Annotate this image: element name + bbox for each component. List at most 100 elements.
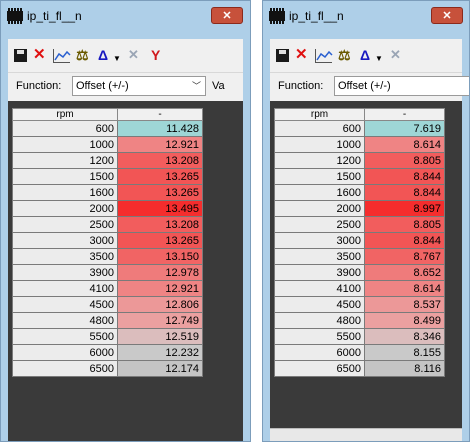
rpm-cell: 600 — [12, 120, 118, 137]
value-cell[interactable]: 8.844 — [364, 184, 445, 201]
value-cell[interactable]: 8.614 — [364, 136, 445, 153]
function-value: Offset (+/-) — [76, 80, 129, 92]
value-cell[interactable]: 8.844 — [364, 168, 445, 185]
value-cell[interactable]: 8.499 — [364, 312, 445, 329]
rpm-cell: 1500 — [274, 168, 365, 185]
delta-icon[interactable]: Δ — [360, 47, 370, 63]
value-cell[interactable]: 8.537 — [364, 296, 445, 313]
app-icon — [269, 8, 285, 24]
delete-icon[interactable]: ✕ — [33, 47, 46, 63]
rpm-cell: 6000 — [12, 344, 118, 361]
value-cell[interactable]: 13.150 — [117, 248, 203, 265]
dropdown-icon[interactable]: ▼ — [375, 51, 383, 67]
value-cell[interactable]: 8.805 — [364, 152, 445, 169]
value-cell[interactable]: 8.767 — [364, 248, 445, 265]
map-table: rpm - 600 7.619 1000 8.614 1200 8.805 1500 8.84… — [274, 108, 445, 377]
rpm-cell: 3900 — [274, 264, 365, 281]
rpm-cell: 4500 — [274, 296, 365, 313]
save-icon[interactable] — [276, 49, 289, 62]
scale-icon[interactable]: ⚖ — [76, 47, 89, 63]
table-row: 2000 8.997 — [274, 200, 445, 217]
table-row: 2500 8.805 — [274, 216, 445, 233]
rpm-cell: 3900 — [12, 264, 118, 281]
rpm-cell: 1600 — [274, 184, 365, 201]
value-cell[interactable]: 12.519 — [117, 328, 203, 345]
rpm-cell: 1600 — [12, 184, 118, 201]
table-row: 600 7.619 — [274, 120, 445, 137]
rpm-cell: 1500 — [12, 168, 118, 185]
table-row: 5500 8.346 — [274, 328, 445, 345]
rpm-cell: 4100 — [12, 280, 118, 297]
value-cell[interactable]: 8.997 — [364, 200, 445, 217]
value-cell[interactable]: 8.805 — [364, 216, 445, 233]
toolbar: ✕ ⚖ Δ ▼ ✕ Y — [8, 39, 243, 71]
table-row: 3000 13.265 — [12, 232, 203, 249]
value-cell[interactable]: 7.619 — [364, 120, 445, 137]
table-row: 4100 8.614 — [274, 280, 445, 297]
titlebar: ip_ti_fl__n ✕ — [1, 1, 250, 31]
delta-icon[interactable]: Δ — [98, 47, 108, 63]
rpm-cell: 2500 — [274, 216, 365, 233]
close-button[interactable]: ✕ — [431, 7, 463, 24]
rpm-cell: 2000 — [274, 200, 365, 217]
value-cell[interactable]: 12.806 — [117, 296, 203, 313]
function-label: Function: — [16, 80, 62, 92]
value-cell[interactable]: 8.844 — [364, 232, 445, 249]
value-cell[interactable]: 12.232 — [117, 344, 203, 361]
function-bar: Function: Offset (+/-) ﹀ Va — [8, 72, 243, 101]
map-window-left: ip_ti_fl__n ✕ ✕ ⚖ Δ ▼ ✕ Y Function: Offs… — [0, 0, 251, 442]
value-cell[interactable]: 12.978 — [117, 264, 203, 281]
value-cell[interactable]: 13.265 — [117, 168, 203, 185]
value-cell[interactable]: 11.428 — [117, 120, 203, 137]
value-cell[interactable]: 12.921 — [117, 280, 203, 297]
value-cell[interactable]: 13.208 — [117, 152, 203, 169]
value-cell[interactable]: 8.614 — [364, 280, 445, 297]
value-cell[interactable]: 8.155 — [364, 344, 445, 361]
value-cell[interactable]: 8.346 — [364, 328, 445, 345]
clear-x-icon[interactable]: ✕ — [390, 47, 401, 63]
table-header: rpm - — [12, 108, 203, 121]
dropdown-icon[interactable]: ▼ — [113, 51, 121, 67]
table-row: 2000 13.495 — [12, 200, 203, 217]
table-area: rpm - 600 7.619 1000 8.614 1200 8.805 1500 8.84… — [270, 101, 462, 441]
toolbar: ✕ ⚖ Δ ▼ ✕ — [270, 39, 462, 71]
function-select[interactable]: Offset (+/-) ﹀ — [72, 76, 206, 96]
table-row: 3900 8.652 — [274, 264, 445, 281]
rpm-cell: 5500 — [12, 328, 118, 345]
value-cell[interactable]: 13.265 — [117, 232, 203, 249]
value-cell[interactable]: 12.921 — [117, 136, 203, 153]
clear-x-icon[interactable]: ✕ — [128, 47, 139, 63]
chart-icon[interactable] — [315, 49, 333, 63]
value-label: Va — [212, 80, 225, 92]
table-row: 1000 12.921 — [12, 136, 203, 153]
value-cell[interactable]: 12.174 — [117, 360, 203, 377]
rpm-cell: 3500 — [274, 248, 365, 265]
scale-icon[interactable]: ⚖ — [338, 47, 351, 63]
rpm-cell: 4500 — [12, 296, 118, 313]
delete-icon[interactable]: ✕ — [295, 47, 308, 63]
value-cell[interactable]: 13.495 — [117, 200, 203, 217]
table-row: 3900 12.978 — [12, 264, 203, 281]
chart-icon[interactable] — [53, 49, 71, 63]
value-cell[interactable]: 13.265 — [117, 184, 203, 201]
value-cell[interactable]: 13.208 — [117, 216, 203, 233]
horizontal-scrollbar[interactable] — [270, 428, 462, 441]
value-cell[interactable]: 8.116 — [364, 360, 445, 377]
app-icon — [7, 8, 23, 24]
value-cell[interactable]: 12.749 — [117, 312, 203, 329]
rpm-cell: 6000 — [274, 344, 365, 361]
y-axis-icon[interactable]: Y — [151, 47, 160, 63]
table-row: 2500 13.208 — [12, 216, 203, 233]
rpm-cell: 3500 — [12, 248, 118, 265]
column-header-value: - — [364, 108, 445, 121]
rpm-cell: 4800 — [274, 312, 365, 329]
save-icon[interactable] — [14, 49, 27, 62]
rpm-cell: 1000 — [274, 136, 365, 153]
value-cell[interactable]: 8.652 — [364, 264, 445, 281]
table-row: 4500 12.806 — [12, 296, 203, 313]
rpm-cell: 6500 — [274, 360, 365, 377]
function-select[interactable]: Offset (+/-) — [334, 76, 469, 96]
rpm-cell: 1200 — [12, 152, 118, 169]
titlebar: ip_ti_fl__n ✕ — [263, 1, 469, 31]
close-button[interactable]: ✕ — [211, 7, 243, 24]
